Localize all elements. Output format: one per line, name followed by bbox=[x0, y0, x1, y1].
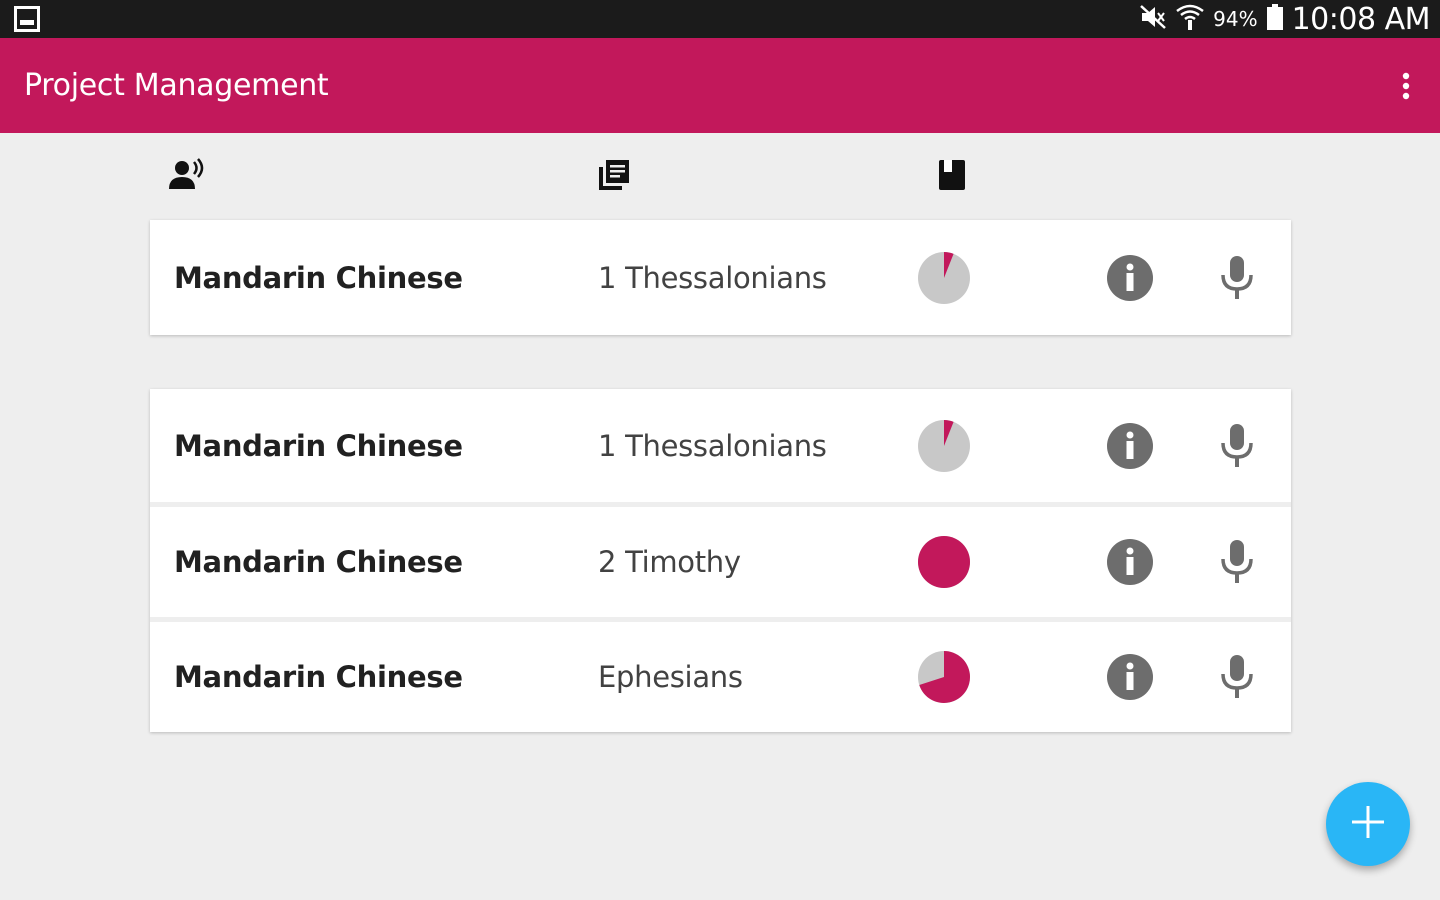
book-icon[interactable] bbox=[937, 158, 967, 197]
battery-icon bbox=[1266, 3, 1284, 36]
project-row[interactable]: Mandarin Chinese 2 Timothy bbox=[150, 502, 1291, 617]
add-project-button[interactable] bbox=[1326, 782, 1410, 866]
info-icon[interactable] bbox=[1106, 653, 1154, 701]
microphone-icon[interactable] bbox=[1216, 254, 1258, 302]
progress-pie-icon bbox=[916, 649, 972, 705]
wifi-icon bbox=[1175, 3, 1205, 36]
book-pages-icon[interactable] bbox=[597, 158, 631, 197]
app-bar: Project Management bbox=[0, 38, 1440, 133]
page-title: Project Management bbox=[24, 68, 329, 103]
info-icon[interactable] bbox=[1106, 422, 1154, 470]
info-icon[interactable] bbox=[1106, 538, 1154, 586]
project-language: Mandarin Chinese bbox=[174, 545, 463, 579]
current-project-card: Mandarin Chinese 1 Thessalonians bbox=[150, 220, 1291, 335]
microphone-icon[interactable] bbox=[1216, 422, 1258, 470]
progress-pie-icon bbox=[916, 418, 972, 474]
language-speaker-icon[interactable] bbox=[168, 158, 206, 197]
add-icon bbox=[1348, 802, 1388, 847]
clock: 10:08 AM bbox=[1291, 1, 1431, 37]
project-row[interactable]: Mandarin Chinese 1 Thessalonians bbox=[150, 220, 1291, 335]
progress-pie-icon bbox=[916, 534, 972, 590]
screenshot-icon bbox=[14, 6, 40, 37]
project-book: 1 Thessalonians bbox=[598, 428, 827, 463]
progress-pie-icon bbox=[916, 250, 972, 306]
project-language: Mandarin Chinese bbox=[174, 428, 463, 463]
battery-percent: 94% bbox=[1213, 7, 1258, 31]
project-language: Mandarin Chinese bbox=[174, 660, 463, 694]
project-list: Mandarin Chinese 1 Thessalonians Mandari… bbox=[150, 389, 1291, 732]
project-book: 2 Timothy bbox=[598, 545, 741, 579]
project-book: Ephesians bbox=[598, 660, 743, 694]
project-language: Mandarin Chinese bbox=[174, 260, 463, 295]
mute-icon bbox=[1139, 4, 1167, 35]
microphone-icon[interactable] bbox=[1216, 653, 1258, 701]
project-book: 1 Thessalonians bbox=[598, 260, 827, 295]
more-vert-icon[interactable] bbox=[1392, 68, 1420, 104]
project-row[interactable]: Mandarin Chinese Ephesians bbox=[150, 617, 1291, 732]
status-bar: 94% 10:08 AM bbox=[0, 0, 1440, 38]
info-icon[interactable] bbox=[1106, 254, 1154, 302]
project-row[interactable]: Mandarin Chinese 1 Thessalonians bbox=[150, 389, 1291, 502]
microphone-icon[interactable] bbox=[1216, 538, 1258, 586]
